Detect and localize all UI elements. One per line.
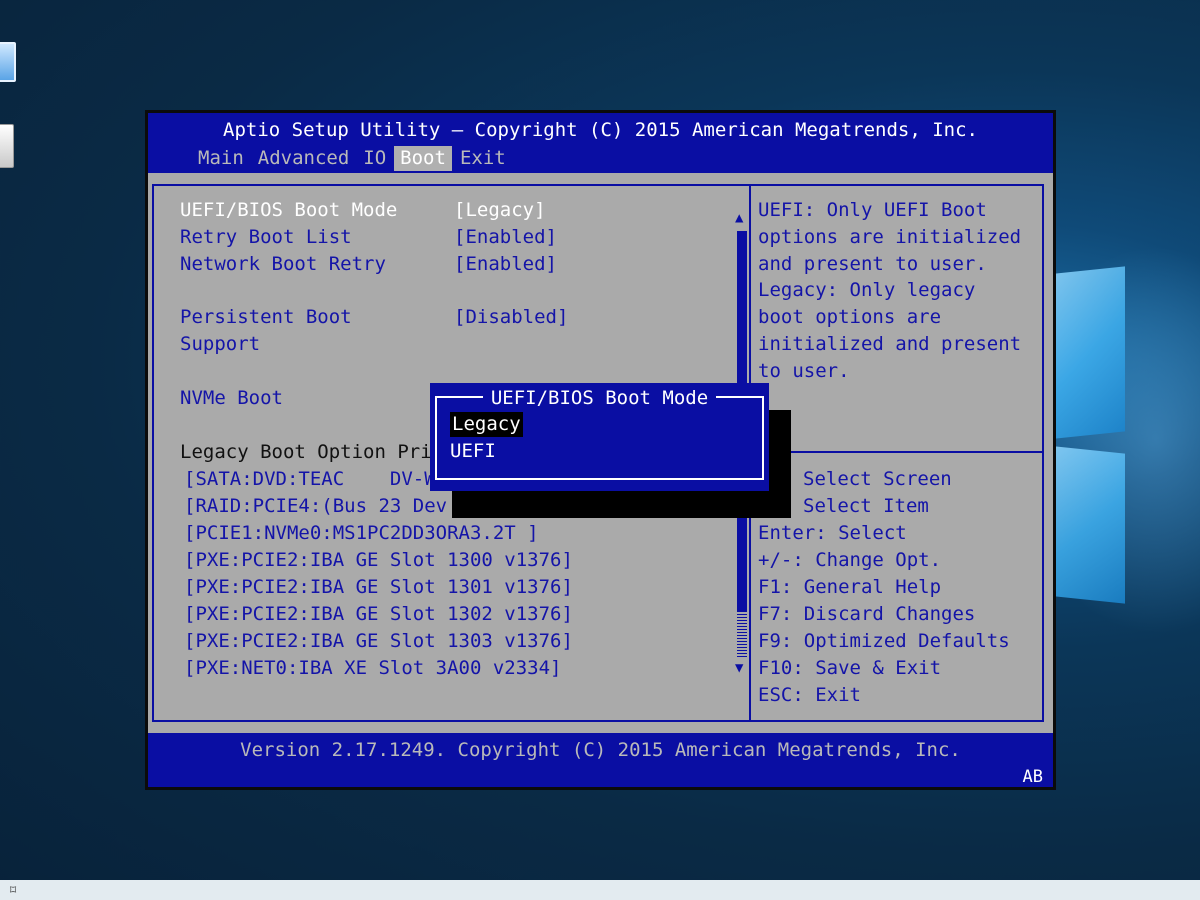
key-help-line: F1: General Help xyxy=(758,576,942,598)
help-line: to user. xyxy=(758,360,850,382)
boot-option[interactable]: [PXE:PCIE2:IBA GE Slot 1303 v1376] xyxy=(184,628,573,655)
tab-main[interactable]: Main xyxy=(192,146,250,171)
popup-option-uefi[interactable]: UEFI xyxy=(450,439,496,464)
boot-mode-popup: UEFI/BIOS Boot Mode Legacy UEFI xyxy=(430,383,769,491)
key-help-line: ESC: Exit xyxy=(758,684,861,706)
setting-persistent-boot-value[interactable]: [Disabled] xyxy=(454,304,568,331)
boot-option[interactable]: [RAID:PCIE4:(Bus 23 Dev xyxy=(184,493,447,520)
tab-exit[interactable]: Exit xyxy=(454,146,512,171)
taskbar-tray-icon[interactable]: ⌑ xyxy=(10,883,16,897)
taskbar: ⌑ xyxy=(0,880,1200,900)
popup-title: UEFI/BIOS Boot Mode xyxy=(430,386,769,410)
boot-option[interactable]: [PXE:NET0:IBA XE Slot 3A00 v2334] xyxy=(184,655,562,682)
scroll-up-arrow-icon[interactable]: ▲ xyxy=(735,211,743,225)
help-line: options are initialized xyxy=(758,226,1022,248)
setting-network-boot-retry-label[interactable]: Network Boot Retry xyxy=(180,251,386,278)
setting-retry-boot-list-value[interactable]: [Enabled] xyxy=(454,224,557,251)
footer-badge: AB xyxy=(1022,767,1043,787)
bios-title: Aptio Setup Utility – Copyright (C) 2015… xyxy=(223,119,978,141)
tab-advanced[interactable]: Advanced xyxy=(252,146,356,171)
bios-menu-bar: Main Advanced IO Boot Exit xyxy=(192,146,514,171)
setting-boot-mode-label[interactable]: UEFI/BIOS Boot Mode xyxy=(180,197,397,224)
help-line: and present to user. xyxy=(758,253,987,275)
key-help-line: F10: Save & Exit xyxy=(758,657,942,679)
desktop-computer-icon[interactable] xyxy=(0,42,16,82)
boot-option[interactable]: [PXE:PCIE2:IBA GE Slot 1302 v1376] xyxy=(184,601,573,628)
help-line: Legacy: Only legacy xyxy=(758,279,976,301)
help-line: initialized and present xyxy=(758,333,1022,355)
setting-boot-mode-value[interactable]: [Legacy] xyxy=(454,197,546,224)
bios-footer: Version 2.17.1249. Copyright (C) 2015 Am… xyxy=(148,733,1053,787)
key-help-line: Enter: Select xyxy=(758,522,907,544)
boot-option[interactable]: [PXE:PCIE2:IBA GE Slot 1301 v1376] xyxy=(184,574,573,601)
legacy-boot-heading: Legacy Boot Option Pri xyxy=(180,441,432,463)
setting-retry-boot-list-label[interactable]: Retry Boot List xyxy=(180,224,352,251)
key-help-line: F9: Optimized Defaults xyxy=(758,630,1010,652)
desktop-document-icon[interactable] xyxy=(0,124,14,168)
help-line: UEFI: Only UEFI Boot xyxy=(758,199,987,221)
boot-option[interactable]: [PCIE1:NVMe0:MS1PC2DD3ORA3.2T ] xyxy=(184,520,539,547)
boot-option[interactable]: [SATA:DVD:TEAC DV-W xyxy=(184,466,436,493)
help-separator xyxy=(751,451,1044,453)
popup-option-legacy[interactable]: Legacy xyxy=(450,412,523,437)
tab-boot[interactable]: Boot xyxy=(394,146,452,171)
key-help-line: Select Item xyxy=(803,495,929,517)
footer-version: Version 2.17.1249. Copyright (C) 2015 Am… xyxy=(240,739,961,761)
setting-persistent-boot-label[interactable]: Persistent Boot xyxy=(180,304,352,331)
tab-io[interactable]: IO xyxy=(357,146,392,171)
scrollbar-track-rest[interactable] xyxy=(737,611,747,657)
setting-network-boot-retry-value[interactable]: [Enabled] xyxy=(454,251,557,278)
scroll-down-arrow-icon[interactable]: ▼ xyxy=(735,661,743,675)
windows-logo xyxy=(1055,266,1200,610)
key-help-line: +/-: Change Opt. xyxy=(758,549,942,571)
setting-nvme-boot-label[interactable]: NVMe Boot xyxy=(180,385,283,412)
help-line: boot options are xyxy=(758,306,942,328)
setting-persistent-boot-label-2: Support xyxy=(180,333,261,355)
key-help-line: Select Screen xyxy=(803,468,952,490)
boot-option[interactable]: [PXE:PCIE2:IBA GE Slot 1300 v1376] xyxy=(184,547,573,574)
key-help-line: F7: Discard Changes xyxy=(758,603,976,625)
